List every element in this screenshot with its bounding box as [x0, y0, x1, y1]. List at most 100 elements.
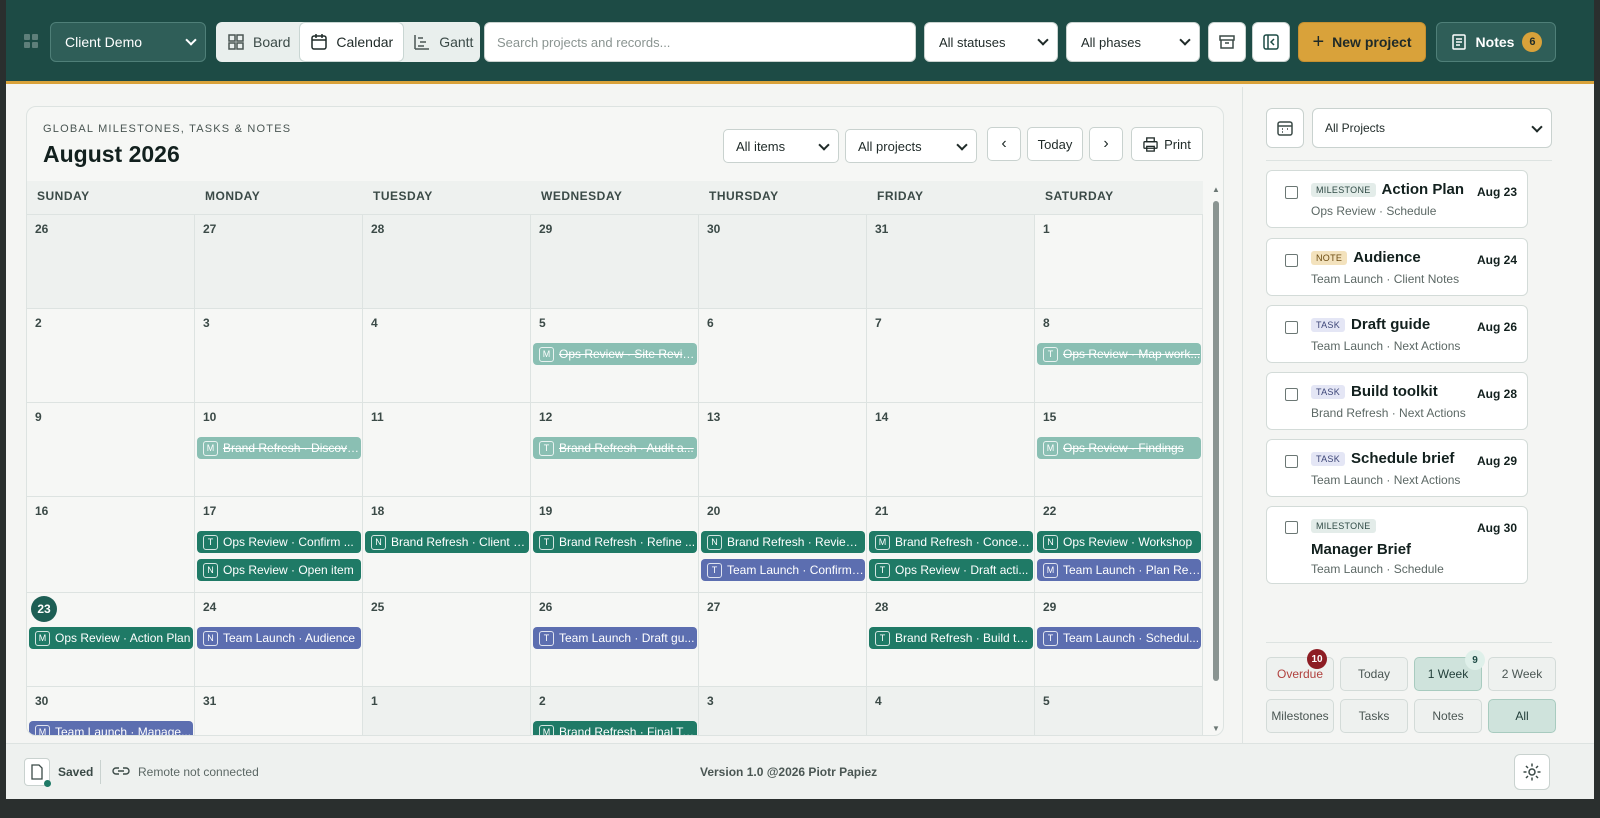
- calendar-event[interactable]: T Brand Refresh · Build to...: [869, 627, 1033, 649]
- drag-grip-icon[interactable]: [24, 34, 38, 48]
- items-filter-select[interactable]: All items: [723, 129, 839, 163]
- archive-button[interactable]: [1208, 22, 1246, 62]
- agenda-item-checkbox[interactable]: [1285, 521, 1298, 534]
- range-filter-button[interactable]: Overdue 10: [1266, 649, 1334, 691]
- calendar-event[interactable]: T Brand Refresh · Refine ...: [533, 531, 697, 553]
- tab-calendar[interactable]: Calendar: [300, 23, 404, 61]
- calendar-event[interactable]: M Brand Refresh · Final To...: [533, 721, 697, 735]
- calendar-event[interactable]: N Brand Refresh · Client d...: [365, 531, 529, 553]
- calendar-event[interactable]: T Team Launch · Schedul...: [1037, 627, 1201, 649]
- toggle-sidebar-button[interactable]: [1252, 22, 1290, 62]
- type-filter-button[interactable]: All: [1488, 699, 1556, 733]
- day-cell[interactable]: 11: [363, 403, 531, 497]
- tab-gantt[interactable]: Gantt: [403, 23, 483, 61]
- day-cell[interactable]: 16: [27, 497, 195, 593]
- print-button[interactable]: Print: [1131, 127, 1203, 161]
- day-cell[interactable]: 5: [1035, 687, 1203, 735]
- sidebar-project-select[interactable]: All Projects: [1312, 108, 1552, 148]
- calendar-event[interactable]: T Team Launch · Confirm ...: [701, 559, 865, 581]
- calendar-event[interactable]: T Ops Review · Map work...: [1037, 343, 1201, 365]
- calendar-event[interactable]: N Brand Refresh · Review ...: [701, 531, 865, 553]
- save-status-button[interactable]: [24, 758, 51, 787]
- projects-filter-select[interactable]: All projects: [845, 129, 977, 163]
- scroll-down-icon[interactable]: ▼: [1212, 724, 1220, 733]
- notes-button[interactable]: Notes 6: [1436, 22, 1556, 62]
- type-filter-button[interactable]: Notes: [1414, 699, 1482, 733]
- agenda-item[interactable]: MILESTONE Manager Brief Team Launch · Sche…: [1266, 506, 1528, 584]
- agenda-item-checkbox[interactable]: [1285, 388, 1298, 401]
- day-cell[interactable]: 4: [363, 309, 531, 403]
- day-cell[interactable]: 26: [27, 215, 195, 309]
- calendar-event[interactable]: N Ops Review · Workshop: [1037, 531, 1201, 553]
- range-filter-button[interactable]: Today: [1340, 657, 1408, 691]
- phase-filter-select[interactable]: All phases: [1066, 22, 1200, 62]
- calendar-event[interactable]: M Ops Review · Action Plan: [29, 627, 193, 649]
- day-cell[interactable]: 27: [195, 215, 363, 309]
- agenda-item-checkbox[interactable]: [1285, 254, 1298, 267]
- calendar-event[interactable]: T Brand Refresh · Audit a...: [533, 437, 697, 459]
- day-cell[interactable]: 31: [867, 215, 1035, 309]
- day-cell[interactable]: 4: [867, 687, 1035, 735]
- agenda-item[interactable]: TASK Build toolkit Brand Refresh · Next Ac…: [1266, 372, 1528, 430]
- range-filter-button[interactable]: 2 Week: [1488, 657, 1556, 691]
- type-filter-button[interactable]: Tasks: [1340, 699, 1408, 733]
- tab-board[interactable]: Board: [217, 23, 300, 61]
- event-type-icon: T: [539, 534, 554, 550]
- calendar-scrollbar[interactable]: ▲ ▼: [1211, 185, 1221, 733]
- new-project-button[interactable]: + New project: [1298, 22, 1426, 62]
- day-cell[interactable]: 1: [1035, 215, 1203, 309]
- calendar-event[interactable]: N Ops Review · Open item: [197, 559, 361, 581]
- link-icon[interactable]: [112, 763, 130, 779]
- day-cell[interactable]: 9: [27, 403, 195, 497]
- day-cell[interactable]: 29: [531, 215, 699, 309]
- type-filter-button[interactable]: Milestones: [1266, 699, 1334, 733]
- range-filter-button[interactable]: 1 Week 9: [1414, 650, 1485, 691]
- calendar-event[interactable]: T Team Launch · Draft gu...: [533, 627, 697, 649]
- range-filter-label: Overdue: [1276, 667, 1324, 681]
- day-cell[interactable]: 30: [699, 215, 867, 309]
- agenda-item[interactable]: TASK Schedule brief Team Launch · Next Act…: [1266, 439, 1528, 497]
- event-label: Team Launch · Plan Rea...: [1063, 563, 1201, 577]
- day-cell[interactable]: 27: [699, 593, 867, 687]
- calendar-event[interactable]: N Team Launch · Audience: [197, 627, 361, 649]
- day-cell[interactable]: 2: [27, 309, 195, 403]
- calendar-event[interactable]: M Brand Refresh · Discove...: [197, 437, 361, 459]
- today-button[interactable]: Today: [1027, 127, 1083, 161]
- plus-icon: +: [1312, 31, 1325, 53]
- calendar-event[interactable]: M Brand Refresh · Concep...: [869, 531, 1033, 553]
- agenda-item[interactable]: TASK Draft guide Team Launch · Next Action…: [1266, 305, 1528, 363]
- agenda-item-checkbox[interactable]: [1285, 321, 1298, 334]
- day-cell[interactable]: 3: [699, 687, 867, 735]
- day-number: 18: [371, 504, 385, 518]
- calendar-event[interactable]: M Ops Review · Site Review: [533, 343, 697, 365]
- day-cell[interactable]: 7: [867, 309, 1035, 403]
- calendar-event[interactable]: M Ops Review · Findings: [1037, 437, 1201, 459]
- event-type-icon: T: [203, 534, 218, 550]
- prev-month-button[interactable]: ‹: [987, 127, 1021, 161]
- next-month-button[interactable]: ›: [1089, 127, 1123, 161]
- day-cell[interactable]: 1: [363, 687, 531, 735]
- month-title: August 2026: [43, 141, 180, 167]
- date-picker-button[interactable]: [1266, 108, 1304, 148]
- calendar-event[interactable]: M Team Launch · Plan Rea...: [1037, 559, 1201, 581]
- agenda-item-checkbox[interactable]: [1285, 186, 1298, 199]
- agenda-item[interactable]: MILESTONE Action Plan Ops Review · Schedul…: [1266, 170, 1528, 228]
- settings-button[interactable]: [1514, 754, 1550, 790]
- agenda-item[interactable]: NOTE Audience Team Launch · Client Notes Au…: [1266, 238, 1528, 296]
- search-input[interactable]: Search projects and records...: [484, 22, 916, 62]
- scrollbar-thumb[interactable]: [1213, 201, 1219, 681]
- day-cell[interactable]: 28: [363, 215, 531, 309]
- calendar-event[interactable]: T Ops Review · Draft acti...: [869, 559, 1033, 581]
- agenda-item-checkbox[interactable]: [1285, 455, 1298, 468]
- calendar-event[interactable]: M Team Launch · Manage...: [29, 721, 193, 735]
- status-filter-select[interactable]: All statuses: [924, 22, 1058, 62]
- day-cell[interactable]: 14: [867, 403, 1035, 497]
- scroll-up-icon[interactable]: ▲: [1212, 185, 1220, 194]
- day-cell[interactable]: 25: [363, 593, 531, 687]
- day-cell[interactable]: 31: [195, 687, 363, 735]
- day-cell[interactable]: 3: [195, 309, 363, 403]
- workspace-select[interactable]: Client Demo: [50, 22, 206, 62]
- day-cell[interactable]: 6: [699, 309, 867, 403]
- day-cell[interactable]: 13: [699, 403, 867, 497]
- calendar-event[interactable]: T Ops Review · Confirm ...: [197, 531, 361, 553]
